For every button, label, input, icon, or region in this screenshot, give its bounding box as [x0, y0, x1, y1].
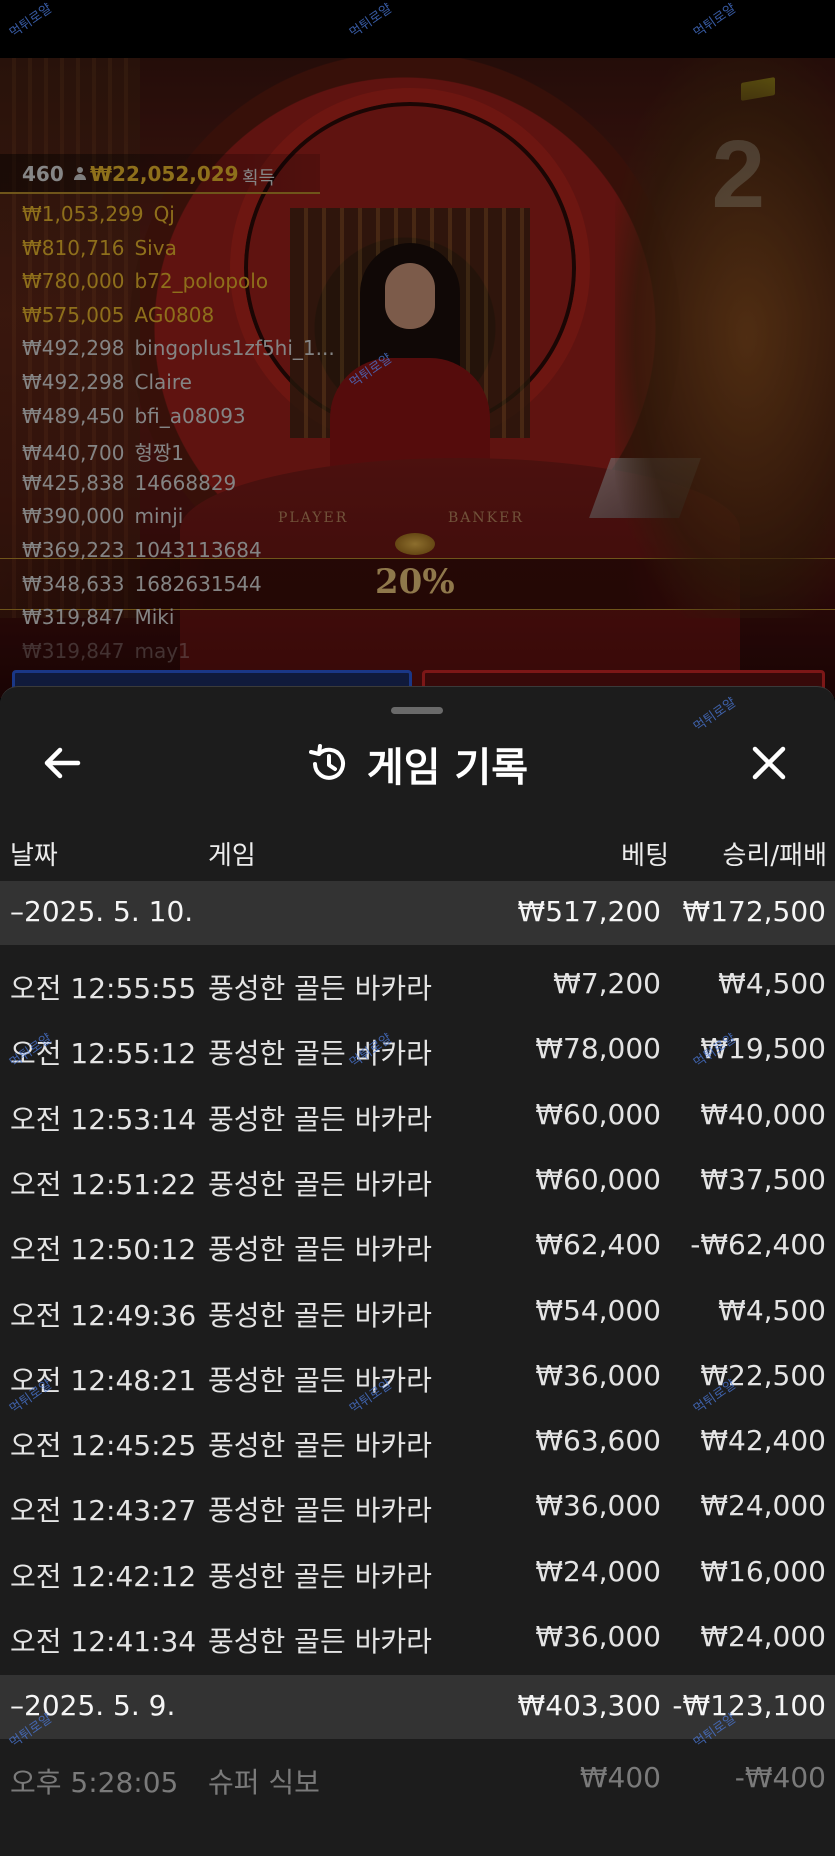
row-time: 오전 12:55:55: [10, 972, 197, 1005]
row-winloss: -₩400: [734, 1761, 826, 1795]
row-time: 오전 12:42:12: [10, 1559, 197, 1593]
history-row[interactable]: 오전 12:41:34 풍성한 골든 바카라 ₩36,000 ₩24,000: [0, 1604, 835, 1669]
close-icon: [752, 746, 786, 780]
row-winloss: ₩24,000: [700, 1489, 826, 1523]
history-row[interactable]: 오전 12:43:27 풍성한 골든 바카라 ₩36,000 ₩24,000: [0, 1473, 835, 1538]
row-winloss: ₩4,500: [718, 967, 826, 1000]
row-bet: ₩60,000: [535, 1097, 661, 1131]
dim-overlay: [0, 58, 835, 698]
row-game: 풍성한 골든 바카라: [208, 1102, 432, 1136]
row-bet: ₩36,000: [535, 1620, 661, 1653]
column-header-game: 게임: [208, 841, 256, 871]
row-bet: ₩400: [579, 1761, 661, 1795]
row-time: 오전 12:53:14: [10, 1102, 197, 1136]
row-winloss: ₩16,000: [700, 1554, 826, 1588]
row-time: 오전 12:49:36: [10, 1298, 197, 1332]
history-row[interactable]: 오전 12:50:12 풍성한 골든 바카라 ₩62,400 -₩62,400: [0, 1212, 835, 1277]
sheet-header: 게임 기록: [0, 735, 835, 791]
row-game: 풍성한 골든 바카라: [208, 972, 432, 1005]
row-game: 풍성한 골든 바카라: [208, 1625, 432, 1658]
history-row[interactable]: 오전 12:51:22 풍성한 골든 바카라 ₩60,000 ₩37,500: [0, 1147, 835, 1212]
row-game: 풍성한 골든 바카라: [208, 1037, 432, 1071]
drag-handle[interactable]: [391, 707, 443, 714]
section-winloss-total: -₩123,100: [672, 1689, 826, 1723]
row-time: 오전 12:41:34: [10, 1625, 197, 1658]
row-game: 풍성한 골든 바카라: [208, 1429, 432, 1463]
row-time: 오전 12:45:25: [10, 1429, 197, 1463]
row-game: 풍성한 골든 바카라: [208, 1298, 432, 1332]
row-game: 풍성한 골든 바카라: [208, 1559, 432, 1593]
row-winloss: ₩40,000: [700, 1097, 826, 1131]
row-winloss: -₩62,400: [690, 1228, 826, 1262]
history-row[interactable]: 오전 12:45:25 풍성한 골든 바카라 ₩63,600 ₩42,400: [0, 1408, 835, 1473]
row-game: 풍성한 골든 바카라: [208, 1494, 432, 1528]
row-winloss: ₩42,400: [700, 1424, 826, 1458]
row-game: 풍성한 골든 바카라: [208, 1167, 432, 1201]
row-time: 오후 5:28:05: [10, 1766, 179, 1800]
row-game: 풍성한 골든 바카라: [208, 1363, 432, 1397]
history-row[interactable]: 오전 12:53:14 풍성한 골든 바카라 ₩60,000 ₩40,000: [0, 1082, 835, 1147]
history-row[interactable]: 오전 12:42:12 풍성한 골든 바카라 ₩24,000 ₩16,000: [0, 1539, 835, 1604]
history-row[interactable]: 오전 12:55:55 풍성한 골든 바카라 ₩7,200 ₩4,500: [0, 951, 835, 1016]
column-header-bet: 베팅: [621, 841, 669, 871]
history-row[interactable]: 오전 12:49:36 풍성한 골든 바카라 ₩54,000 ₩4,500: [0, 1278, 835, 1343]
row-time: 오전 12:50:12: [10, 1233, 197, 1267]
section-winloss-total: ₩172,500: [682, 895, 826, 928]
row-bet: ₩54,000: [535, 1293, 661, 1327]
row-bet: ₩78,000: [535, 1032, 661, 1066]
row-time: 오전 12:51:22: [10, 1167, 197, 1201]
row-winloss: ₩37,500: [700, 1162, 826, 1196]
row-bet: ₩63,600: [535, 1424, 661, 1458]
game-history-sheet: 게임 기록 날짜 게임 베팅 승리/패배 –2025. 5. 10. ₩517,2…: [0, 686, 835, 1856]
column-header-date: 날짜: [10, 841, 58, 871]
row-winloss: ₩4,500: [718, 1293, 826, 1327]
row-bet: ₩62,400: [535, 1228, 661, 1262]
row-winloss: ₩24,000: [700, 1620, 826, 1653]
column-header-winloss: 승리/패배: [722, 841, 827, 871]
close-button[interactable]: [745, 739, 793, 787]
section-date: –2025. 5. 10.: [10, 895, 194, 928]
section-bet-total: ₩517,200: [517, 895, 661, 928]
row-time: 오전 12:43:27: [10, 1494, 197, 1528]
sheet-title: 게임 기록: [366, 745, 529, 791]
history-icon: [307, 742, 351, 786]
row-bet: ₩60,000: [535, 1162, 661, 1196]
section-bet-total: ₩403,300: [517, 1689, 661, 1723]
row-bet: ₩24,000: [535, 1554, 661, 1588]
row-game: 슈퍼 식보: [208, 1766, 320, 1800]
row-game: 풍성한 골든 바카라: [208, 1233, 432, 1267]
row-bet: ₩7,200: [553, 967, 661, 1000]
date-section-header[interactable]: –2025. 5. 10. ₩517,200 ₩172,500: [0, 881, 835, 945]
history-row[interactable]: 오후 5:28:05 슈퍼 식보 ₩400 -₩400: [0, 1745, 835, 1810]
row-bet: ₩36,000: [535, 1489, 661, 1523]
row-bet: ₩36,000: [535, 1358, 661, 1392]
